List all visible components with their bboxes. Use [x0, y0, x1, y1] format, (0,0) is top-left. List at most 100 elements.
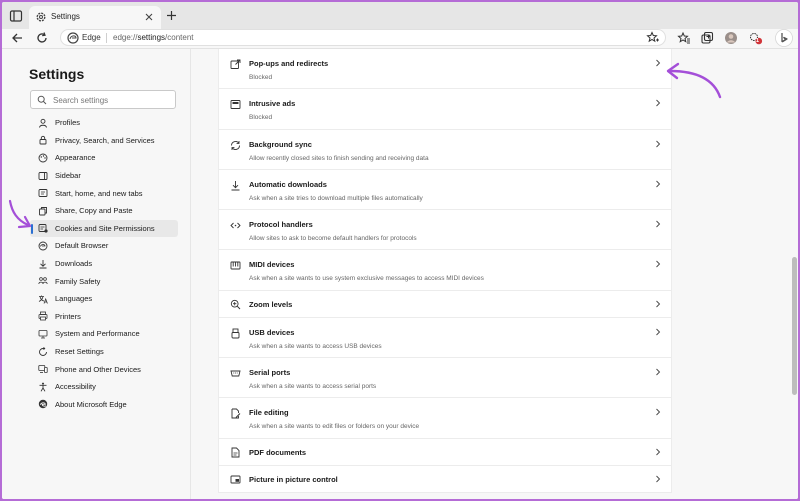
sidebar-item-label: Printers [55, 311, 81, 321]
sidebar-item-accessibility[interactable]: Accessibility [30, 378, 178, 396]
sidebar-item-system[interactable]: System and Performance [30, 325, 178, 343]
refresh-icon[interactable] [35, 31, 49, 45]
close-icon[interactable] [143, 11, 155, 23]
sidebar-item-printers[interactable]: Printers [30, 308, 178, 326]
permission-title: PDF documents [249, 447, 307, 457]
system-icon [38, 330, 48, 339]
url-host: settings [137, 33, 166, 42]
chevron-right-icon [656, 140, 661, 147]
sidebar-item-share-copy-paste[interactable]: Share, Copy and Paste [30, 202, 178, 220]
permission-title: File editing [249, 408, 289, 418]
browser-window: Settings Edge edge://settings/content 1 … [2, 2, 798, 499]
edge-icon [38, 400, 48, 409]
permission-row-serial-ports[interactable]: Serial ports Ask when a site wants to ac… [219, 358, 671, 399]
search-input[interactable] [53, 93, 171, 107]
sidebar-item-label: Downloads [55, 259, 93, 269]
sidebar-item-phone-devices[interactable]: Phone and Other Devices [30, 360, 178, 378]
address-separator [106, 33, 107, 43]
permission-row-protocol-handlers[interactable]: Protocol handlers Allow sites to ask to … [219, 210, 671, 251]
permission-title: Serial ports [249, 368, 291, 378]
sidebar-nav: Profiles Privacy, Search, and Services A… [30, 114, 178, 413]
chevron-right-icon [656, 180, 661, 188]
home-icon [38, 189, 48, 198]
chevron-right-icon [656, 409, 661, 416]
sidebar-item-languages[interactable]: Languages [30, 290, 178, 308]
sidebar-item-default-browser[interactable]: Default Browser [30, 237, 178, 255]
appearance-icon [38, 153, 48, 163]
address-url[interactable]: edge://settings/content [113, 33, 194, 42]
permission-row-automatic-downloads[interactable]: Automatic downloads Ask when a site trie… [219, 170, 671, 211]
sidebar-title: Settings [29, 66, 85, 82]
sidebar-item-sidebar[interactable]: Sidebar [30, 167, 178, 185]
favorites-icon[interactable] [677, 31, 691, 45]
sidebar-item-label: Accessibility [55, 382, 96, 392]
chevron-right-icon [656, 300, 661, 308]
back-icon[interactable] [10, 31, 24, 45]
permission-description: Ask when a site wants to access serial p… [249, 383, 377, 391]
share-icon [39, 206, 47, 216]
sidebar-item-label: Family Safety [55, 276, 101, 286]
sidebar-item-profiles[interactable]: Profiles [30, 114, 178, 132]
download-icon [39, 259, 47, 268]
sidebar-item-label: Cookies and Site Permissions [55, 223, 155, 233]
permission-row-popups[interactable]: Pop-ups and redirects Blocked [219, 49, 671, 90]
tab-settings[interactable]: Settings [29, 6, 161, 29]
address-bar[interactable]: Edge edge://settings/content [60, 29, 666, 46]
permission-row-file-editing[interactable]: File editing Ask when a site wants to ed… [219, 398, 671, 439]
permission-row-intrusive-ads[interactable]: Intrusive ads Blocked [219, 89, 671, 130]
new-tab-icon[interactable] [165, 9, 178, 22]
add-favorite-icon[interactable] [646, 31, 659, 44]
cookie-icon [38, 224, 48, 233]
permission-title: MIDI devices [249, 260, 295, 270]
sidebar-item-privacy[interactable]: Privacy, Search, and Services [30, 132, 178, 150]
permission-row-usb-devices[interactable]: USB devices Ask when a site wants to acc… [219, 318, 671, 359]
permission-title: USB devices [249, 327, 295, 337]
settings-content: Pop-ups and redirects Blocked Intrusive … [192, 49, 798, 499]
profile-avatar-icon[interactable] [724, 31, 738, 45]
search-box[interactable] [30, 90, 176, 109]
permission-title: Zoom levels [249, 299, 293, 309]
collections-icon[interactable] [700, 31, 714, 45]
sidebar-item-label: Appearance [55, 153, 96, 163]
permission-title: Automatic downloads [249, 179, 327, 189]
permission-row-pdf-documents[interactable]: PDF documents [219, 439, 671, 466]
sidebar-item-label: Start, home, and new tabs [55, 188, 143, 198]
popup-redirect-icon [230, 59, 241, 69]
scrollbar-thumb[interactable] [792, 257, 797, 395]
sidebar-item-appearance[interactable]: Appearance [30, 149, 178, 167]
sidebar-item-label: Share, Copy and Paste [55, 206, 133, 216]
sidebar-item-cookies[interactable]: Cookies and Site Permissions [30, 219, 178, 238]
permission-status: Blocked [249, 74, 273, 81]
sidebar-item-about[interactable]: About Microsoft Edge [30, 396, 178, 414]
permission-title: Background sync [249, 139, 312, 149]
sidebar-item-label: Sidebar [55, 171, 81, 181]
permission-row-zoom-levels[interactable]: Zoom levels [219, 291, 671, 318]
sidebar-icon [38, 171, 48, 180]
phone-icon [38, 365, 48, 374]
family-icon [38, 277, 48, 285]
pdf-icon [231, 447, 240, 458]
sidebar-item-downloads[interactable]: Downloads [30, 255, 178, 273]
address-site-label: Edge [82, 33, 101, 42]
sidebar-item-reset[interactable]: Reset Settings [30, 343, 178, 361]
printer-icon [38, 311, 48, 321]
permission-row-picture-in-picture[interactable]: Picture in picture control [219, 466, 671, 493]
sidebar-item-label: About Microsoft Edge [55, 399, 127, 409]
toolbar: Edge edge://settings/content 1 [2, 29, 798, 49]
sidebar-item-start-home[interactable]: Start, home, and new tabs [30, 184, 178, 202]
sidebar-item-family-safety[interactable]: Family Safety [30, 272, 178, 290]
protocol-icon [230, 222, 241, 229]
serial-port-icon [230, 370, 241, 377]
permission-row-midi-devices[interactable]: MIDI devices Ask when a site wants to us… [219, 250, 671, 291]
reset-icon [39, 346, 47, 356]
permission-row-background-sync[interactable]: Background sync Allow recently closed si… [219, 130, 671, 170]
permission-title: Intrusive ads [249, 99, 296, 109]
sidebar-item-label: Default Browser [55, 241, 109, 251]
tab-actions-icon[interactable] [8, 8, 24, 24]
sidebar-item-label: System and Performance [55, 329, 140, 339]
search-icon [37, 95, 47, 105]
permission-status: Blocked [249, 114, 273, 122]
accessibility-icon [39, 382, 47, 392]
usb-icon [231, 328, 240, 339]
bing-chat-icon[interactable] [775, 29, 793, 47]
